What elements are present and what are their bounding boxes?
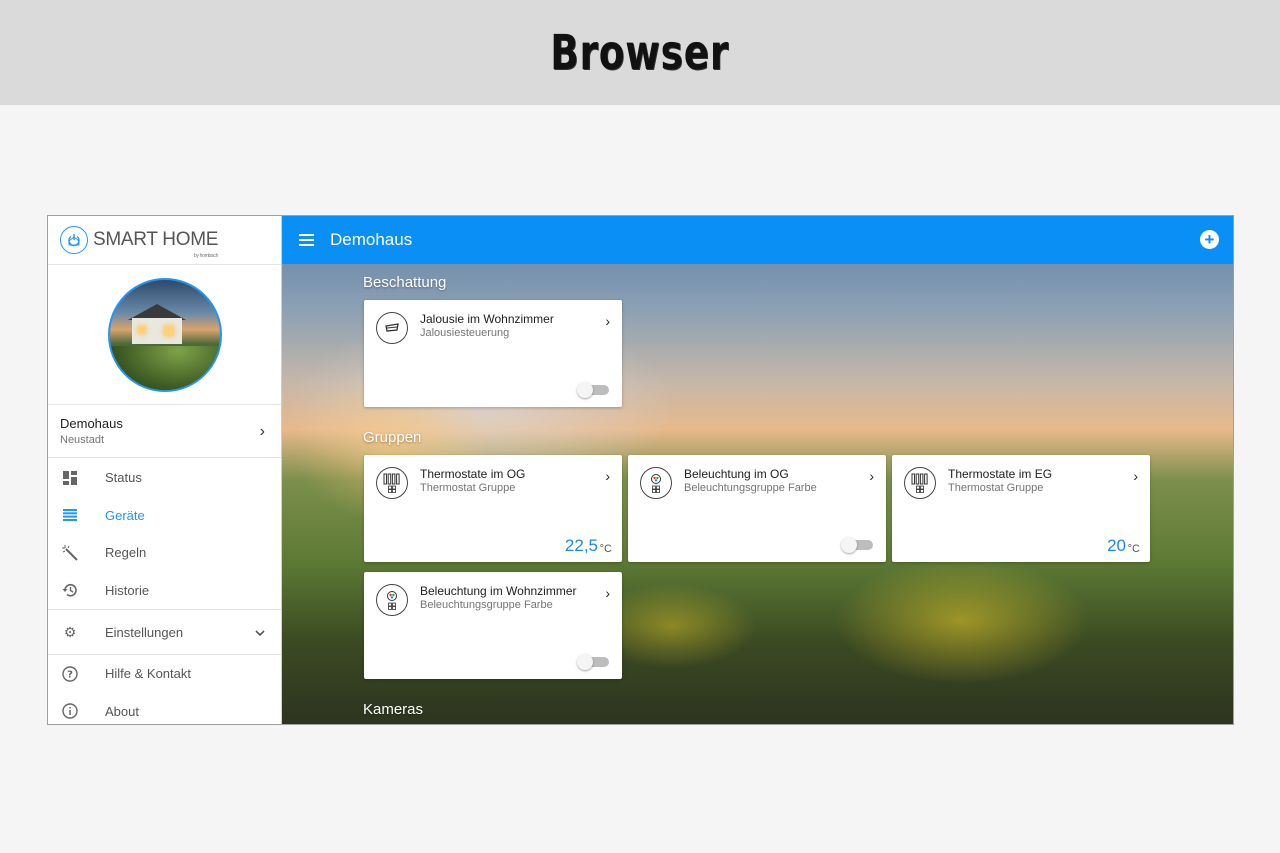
- card-subtitle: Beleuchtungsgruppe Farbe: [684, 482, 817, 494]
- nav-label: Hilfe & Kontakt: [105, 666, 191, 682]
- temperature-unit: °C: [1127, 543, 1140, 555]
- bulb-icon: [640, 467, 672, 499]
- temperature-unit: °C: [599, 543, 612, 555]
- info-icon: [62, 703, 78, 719]
- toggle-switch[interactable]: [577, 382, 609, 398]
- app-window: SMART HOME by hornbach Demohaus Neustadt…: [47, 215, 1234, 725]
- card-title: Beleuchtung im OG: [684, 467, 789, 481]
- gear-icon: ⚙: [63, 623, 77, 640]
- section-gruppen: Gruppen: [363, 429, 422, 446]
- card-subtitle: Thermostat Gruppe: [420, 482, 516, 494]
- location-name: Demohaus: [60, 416, 123, 431]
- magic-wand-icon: [62, 544, 78, 561]
- top-banner: Browser: [0, 0, 1280, 105]
- group-card-beleuchtung-wohnzimmer[interactable]: Beleuchtung im Wohnzimmer Beleuchtungsgr…: [364, 572, 622, 679]
- nav-item-einstellungen[interactable]: ⚙ Einstellungen: [48, 610, 281, 654]
- location-selector[interactable]: Demohaus Neustadt ›: [48, 405, 281, 458]
- nav-label: Geräte: [105, 507, 145, 523]
- main-content: Demohaus + Beschattung Jalousie im Wohnz…: [282, 216, 1233, 724]
- chevron-right-icon[interactable]: ›: [869, 468, 874, 484]
- nav-label: Status: [105, 470, 142, 486]
- chevron-right-icon[interactable]: ›: [1133, 468, 1138, 484]
- power-icon: [60, 226, 88, 254]
- radiator-icon: [376, 467, 408, 499]
- card-subtitle: Jalousiesteuerung: [420, 327, 510, 339]
- nav-item-geraete[interactable]: Geräte: [48, 497, 281, 535]
- top-app-bar: Demohaus +: [282, 216, 1233, 264]
- group-card-thermostate-og[interactable]: Thermostate im OG Thermostat Gruppe › 22…: [364, 455, 622, 562]
- history-icon: [62, 582, 78, 598]
- toggle-switch[interactable]: [841, 537, 873, 553]
- list-icon: [62, 507, 78, 523]
- section-kameras: Kameras: [363, 701, 424, 718]
- dashboard-icon: [62, 470, 78, 486]
- card-subtitle: Beleuchtungsgruppe Farbe: [420, 599, 553, 611]
- nav-item-status[interactable]: Status: [48, 459, 281, 497]
- nav-label: About: [105, 703, 139, 719]
- radiator-icon: [904, 467, 936, 499]
- page-title: Demohaus: [330, 230, 413, 249]
- banner-title: Browser: [550, 24, 730, 81]
- avatar-row: [48, 265, 281, 405]
- nav-label: Einstellungen: [105, 624, 184, 640]
- chevron-down-icon: [255, 625, 265, 639]
- logo-label: SMART HOME: [93, 229, 219, 250]
- group-card-beleuchtung-og[interactable]: Beleuchtung im OG Beleuchtungsgruppe Far…: [628, 455, 886, 562]
- nav-item-historie[interactable]: Historie: [48, 572, 281, 610]
- house-avatar[interactable]: [107, 277, 222, 392]
- toggle-switch[interactable]: [577, 654, 609, 670]
- blind-icon: [376, 312, 408, 344]
- device-card-jalousie[interactable]: Jalousie im Wohnzimmer Jalousiesteuerung…: [364, 300, 622, 407]
- nav-item-hilfe[interactable]: ? Hilfe & Kontakt: [48, 655, 281, 693]
- nav-label: Historie: [105, 582, 150, 598]
- logo-text: SMART HOME by hornbach: [93, 229, 219, 259]
- card-title: Thermostate im EG: [948, 467, 1053, 481]
- chevron-right-icon[interactable]: ›: [605, 585, 610, 601]
- hamburger-menu-icon[interactable]: [299, 231, 314, 249]
- temperature-value: 22,5: [564, 536, 598, 555]
- chevron-right-icon[interactable]: ›: [605, 313, 610, 329]
- nav-item-regeln[interactable]: Regeln: [48, 534, 281, 572]
- card-title: Beleuchtung im Wohnzimmer: [420, 584, 577, 598]
- chevron-right-icon: ›: [259, 423, 265, 440]
- nav-item-about[interactable]: About: [48, 693, 281, 725]
- card-subtitle: Thermostat Gruppe: [948, 482, 1044, 494]
- group-card-thermostate-eg[interactable]: Thermostate im EG Thermostat Gruppe › 20…: [892, 455, 1150, 562]
- card-title: Thermostate im OG: [420, 467, 526, 481]
- card-title: Jalousie im Wohnzimmer: [420, 312, 554, 326]
- section-beschattung: Beschattung: [363, 274, 447, 291]
- nav-label: Regeln: [105, 545, 147, 561]
- add-icon[interactable]: +: [1200, 230, 1219, 249]
- logo: SMART HOME by hornbach: [48, 216, 281, 265]
- help-icon: ?: [62, 666, 78, 682]
- temperature-value: 20: [1107, 536, 1126, 555]
- sidebar: SMART HOME by hornbach Demohaus Neustadt…: [48, 216, 282, 724]
- chevron-right-icon[interactable]: ›: [605, 468, 610, 484]
- svg-text:?: ?: [67, 669, 73, 680]
- logo-sub: by hornbach: [193, 253, 219, 259]
- bulb-icon: [376, 584, 408, 616]
- location-sub: Neustadt: [60, 434, 105, 446]
